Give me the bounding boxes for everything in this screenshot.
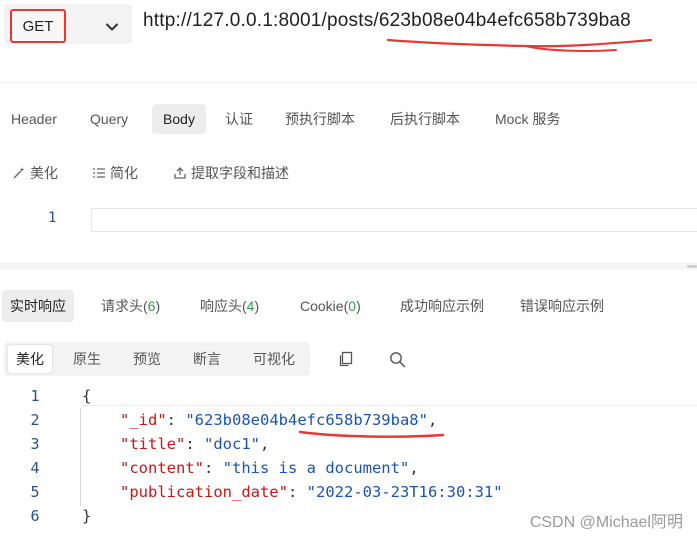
request-tabs: Header Query Body 认证 预执行脚本 后执行脚本 Mock 服务 xyxy=(0,100,697,136)
json-field: "title": "doc1", xyxy=(120,435,270,453)
tab-query[interactable]: Query xyxy=(82,104,136,134)
method-label[interactable]: GET xyxy=(10,9,66,43)
magic-wand-icon xyxy=(13,167,25,179)
view-pretty[interactable]: 美化 xyxy=(8,345,52,373)
annotation-underline xyxy=(298,430,445,438)
body-toolbar: 美化 简化 提取字段和描述 xyxy=(0,158,697,186)
tab-cookie-label: Cookie xyxy=(300,298,344,314)
json-value: "2022-03-23T16:30:31" xyxy=(306,483,503,501)
extract-label: 提取字段和描述 xyxy=(191,165,289,181)
copy-button[interactable] xyxy=(335,348,357,370)
code-line: 4 "content": "this is a document", xyxy=(0,457,697,481)
view-visualize[interactable]: 可视化 xyxy=(245,345,303,373)
cookie-count: 0 xyxy=(348,298,357,314)
tab-cookie[interactable]: Cookie(0) xyxy=(292,290,369,322)
response-headers-count: 4 xyxy=(246,298,255,314)
line-number: 6 xyxy=(30,507,40,525)
code-line: 1 { xyxy=(0,385,697,409)
json-key: "title" xyxy=(120,435,186,453)
response-tabs: 实时响应 请求头(6) 响应头(4) Cookie(0) 成功响应示例 错误响应… xyxy=(0,288,697,324)
tab-header[interactable]: Header xyxy=(3,104,65,134)
json-comma: , xyxy=(427,411,438,429)
beautify-label: 美化 xyxy=(30,165,58,181)
view-preview[interactable]: 预览 xyxy=(125,345,169,373)
editor-scrollbar-thumb[interactable] xyxy=(687,265,697,268)
json-comma: , xyxy=(260,435,270,453)
search-button[interactable] xyxy=(386,348,408,370)
url-bar: GET http://127.0.0.1:8001/posts/623b08e0… xyxy=(0,0,697,52)
tab-mock[interactable]: Mock 服务 xyxy=(487,104,568,134)
json-key: "publication_date" xyxy=(120,483,288,501)
list-icon xyxy=(93,168,105,178)
chevron-down-icon[interactable] xyxy=(104,19,120,35)
tab-auth[interactable]: 认证 xyxy=(217,104,261,134)
json-key: "content" xyxy=(120,459,204,477)
method-select[interactable]: GET xyxy=(4,4,132,44)
json-value: "doc1" xyxy=(204,435,260,453)
watermark: CSDN @Michael阿明 xyxy=(529,514,683,531)
close-brace: } xyxy=(82,507,92,525)
tab-pre-script[interactable]: 预执行脚本 xyxy=(277,104,363,134)
simplify-button[interactable]: 简化 xyxy=(92,162,138,184)
json-comma: , xyxy=(409,459,419,477)
tab-realtime-response[interactable]: 实时响应 xyxy=(2,290,74,322)
tab-error-example[interactable]: 错误响应示例 xyxy=(512,290,612,322)
tab-success-example[interactable]: 成功响应示例 xyxy=(392,290,492,322)
divider xyxy=(0,82,697,83)
json-value: "this is a document" xyxy=(222,459,410,477)
view-raw[interactable]: 原生 xyxy=(65,345,109,373)
json-field: "publication_date": "2022-03-23T16:30:31… xyxy=(120,483,503,501)
line-number: 4 xyxy=(30,459,40,477)
json-key: "_id" xyxy=(120,411,167,429)
tab-body[interactable]: Body xyxy=(152,104,206,134)
search-icon xyxy=(389,351,405,367)
extract-button[interactable]: 提取字段和描述 xyxy=(173,162,289,184)
line-number: 3 xyxy=(30,435,40,453)
json-field: "content": "this is a document", xyxy=(120,459,419,477)
annotation-underline xyxy=(386,38,653,52)
code-line: 5 "publication_date": "2022-03-23T16:30:… xyxy=(0,481,697,505)
open-brace: { xyxy=(82,387,92,405)
editor-line-number: 1 xyxy=(48,210,57,226)
json-field: "_id": "623b08e04b4efc658b739ba8", xyxy=(120,411,438,429)
response-view-switcher: 美化 原生 预览 断言 可视化 xyxy=(4,342,310,376)
json-value: "623b08e04b4efc658b739ba8" xyxy=(185,411,428,429)
tab-request-headers-label: 请求头 xyxy=(101,298,143,314)
tab-request-headers[interactable]: 请求头(6) xyxy=(93,290,168,322)
tab-response-headers[interactable]: 响应头(4) xyxy=(192,290,267,322)
request-headers-count: 6 xyxy=(147,298,156,314)
view-assert[interactable]: 断言 xyxy=(185,345,229,373)
extract-icon xyxy=(174,167,186,179)
body-editor[interactable] xyxy=(91,208,697,232)
tab-response-headers-label: 响应头 xyxy=(200,298,242,314)
simplify-label: 简化 xyxy=(110,165,138,181)
url-input[interactable]: http://127.0.0.1:8001/posts/623b08e04b4e… xyxy=(143,10,631,32)
editor-scrollbar-track xyxy=(0,262,697,270)
line-number: 1 xyxy=(30,387,40,405)
line-number: 2 xyxy=(30,411,40,429)
copy-icon xyxy=(339,351,353,367)
beautify-button[interactable]: 美化 xyxy=(12,162,58,184)
line-number: 5 xyxy=(30,483,40,501)
tab-post-script[interactable]: 后执行脚本 xyxy=(382,104,468,134)
